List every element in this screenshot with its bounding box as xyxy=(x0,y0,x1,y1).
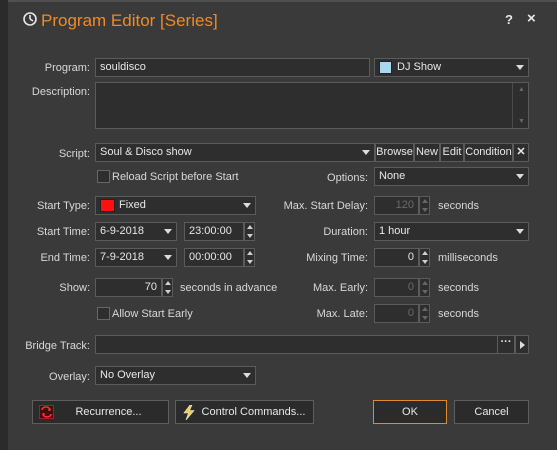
max-late-unit: seconds xyxy=(438,308,479,320)
end-time-input[interactable]: 00:00:00 xyxy=(184,248,244,267)
ok-button[interactable]: OK xyxy=(373,400,447,424)
mixing-time-label: Mixing Time: xyxy=(306,252,368,264)
reload-script-label: Reload Script before Start xyxy=(112,171,239,183)
max-early-input[interactable]: 0 xyxy=(374,278,419,297)
mixing-time-unit: milliseconds xyxy=(438,252,498,264)
script-value: Soul & Disco show xyxy=(100,146,192,158)
browse-button[interactable]: Browse xyxy=(375,143,414,162)
duration-select[interactable]: 1 hour xyxy=(374,222,529,241)
end-date-value: 7-9-2018 xyxy=(100,251,145,263)
chevron-down-icon xyxy=(516,65,524,70)
start-type-value: Fixed xyxy=(119,199,146,211)
title-bar: Program Editor [Series] ? × xyxy=(8,2,557,40)
lightning-icon xyxy=(183,405,195,420)
program-type-select[interactable]: DJ Show xyxy=(374,58,529,77)
mixing-time-spinner[interactable] xyxy=(419,248,430,267)
show-label: Show: xyxy=(59,282,90,294)
program-editor-dialog: Program Editor [Series] ? × Program: sou… xyxy=(8,2,557,450)
chevron-down-icon xyxy=(243,373,251,378)
recurrence-icon xyxy=(39,405,54,419)
allow-start-early-label: Allow Start Early xyxy=(112,308,193,320)
script-label: Script: xyxy=(58,148,90,160)
start-type-color-swatch xyxy=(100,199,115,212)
control-commands-button[interactable]: Control Commands... xyxy=(175,400,314,424)
overlay-select[interactable]: No Overlay xyxy=(95,366,256,385)
options-select[interactable]: None xyxy=(374,167,529,186)
overlay-value: No Overlay xyxy=(100,369,156,381)
start-date-value: 6-9-2018 xyxy=(100,225,145,237)
chevron-down-icon xyxy=(516,229,524,234)
program-type-color-swatch xyxy=(379,61,392,74)
close-button[interactable]: × xyxy=(527,10,536,27)
max-early-spinner[interactable] xyxy=(419,278,430,297)
max-early-unit: seconds xyxy=(438,282,479,294)
options-value: None xyxy=(379,170,406,182)
scroll-down-icon[interactable]: ▼ xyxy=(518,118,525,125)
show-advance-spinner[interactable] xyxy=(162,278,173,297)
options-label: Options: xyxy=(327,172,368,184)
play-icon xyxy=(520,341,525,349)
mixing-time-input[interactable]: 0 xyxy=(374,248,419,267)
max-start-delay-label: Max. Start Delay: xyxy=(283,200,368,212)
end-time-label: End Time: xyxy=(40,252,90,264)
chevron-down-icon xyxy=(164,229,172,234)
max-early-label: Max. Early: xyxy=(312,282,368,294)
max-start-delay-spinner[interactable] xyxy=(419,196,430,215)
program-label: Program: xyxy=(44,62,90,74)
chevron-down-icon xyxy=(362,150,370,155)
clock-icon xyxy=(23,12,37,26)
scroll-up-icon[interactable]: ▲ xyxy=(518,86,525,93)
start-time-spinner[interactable] xyxy=(244,222,255,241)
start-time-input[interactable]: 23:00:00 xyxy=(184,222,244,241)
max-late-spinner[interactable] xyxy=(419,304,430,323)
start-date-picker[interactable]: 6-9-2018 xyxy=(95,222,177,241)
script-select[interactable]: Soul & Disco show xyxy=(95,143,375,162)
clear-script-icon[interactable]: ✕ xyxy=(513,143,529,162)
description-scrollbar[interactable]: ▲ ▼ xyxy=(512,83,529,128)
dialog-title: Program Editor [Series] xyxy=(41,11,218,30)
reload-script-checkbox[interactable] xyxy=(97,170,110,183)
start-time-label: Start Time: xyxy=(36,226,90,238)
recurrence-button[interactable]: Recurrence... xyxy=(32,400,169,424)
control-commands-button-label: Control Commands... xyxy=(201,406,306,418)
new-script-button[interactable]: New xyxy=(414,143,440,162)
cancel-button[interactable]: Cancel xyxy=(454,400,529,424)
end-date-picker[interactable]: 7-9-2018 xyxy=(95,248,177,267)
chevron-down-icon xyxy=(516,174,524,179)
edit-script-button[interactable]: Edit xyxy=(440,143,464,162)
bridge-track-play-button[interactable] xyxy=(515,335,529,354)
max-late-input[interactable]: 0 xyxy=(374,304,419,323)
allow-start-early-checkbox[interactable] xyxy=(97,307,110,320)
max-late-label: Max. Late: xyxy=(316,308,368,320)
program-type-value: DJ Show xyxy=(397,61,442,73)
duration-label: Duration: xyxy=(323,226,368,238)
chevron-down-icon xyxy=(243,203,251,208)
overlay-label: Overlay: xyxy=(49,371,90,383)
bridge-track-label: Bridge Track: xyxy=(25,340,90,352)
bridge-track-input[interactable] xyxy=(95,335,515,354)
max-start-delay-input[interactable]: 120 xyxy=(374,196,419,215)
end-time-spinner[interactable] xyxy=(244,248,255,267)
help-button[interactable]: ? xyxy=(505,12,513,27)
chevron-down-icon xyxy=(164,255,172,260)
start-type-select[interactable]: Fixed xyxy=(95,196,256,215)
description-label: Description: xyxy=(31,86,90,98)
duration-value: 1 hour xyxy=(379,225,411,237)
show-advance-input[interactable]: 70 xyxy=(95,278,162,297)
description-textarea[interactable] xyxy=(95,82,529,129)
condition-button[interactable]: Condition xyxy=(464,143,513,162)
start-type-label: Start Type: xyxy=(37,200,90,212)
recurrence-button-label: Recurrence... xyxy=(75,406,142,418)
bridge-track-browse-button[interactable]: ··· xyxy=(497,335,515,354)
max-start-delay-unit: seconds xyxy=(438,200,479,212)
program-name-input[interactable]: souldisco xyxy=(95,58,370,77)
